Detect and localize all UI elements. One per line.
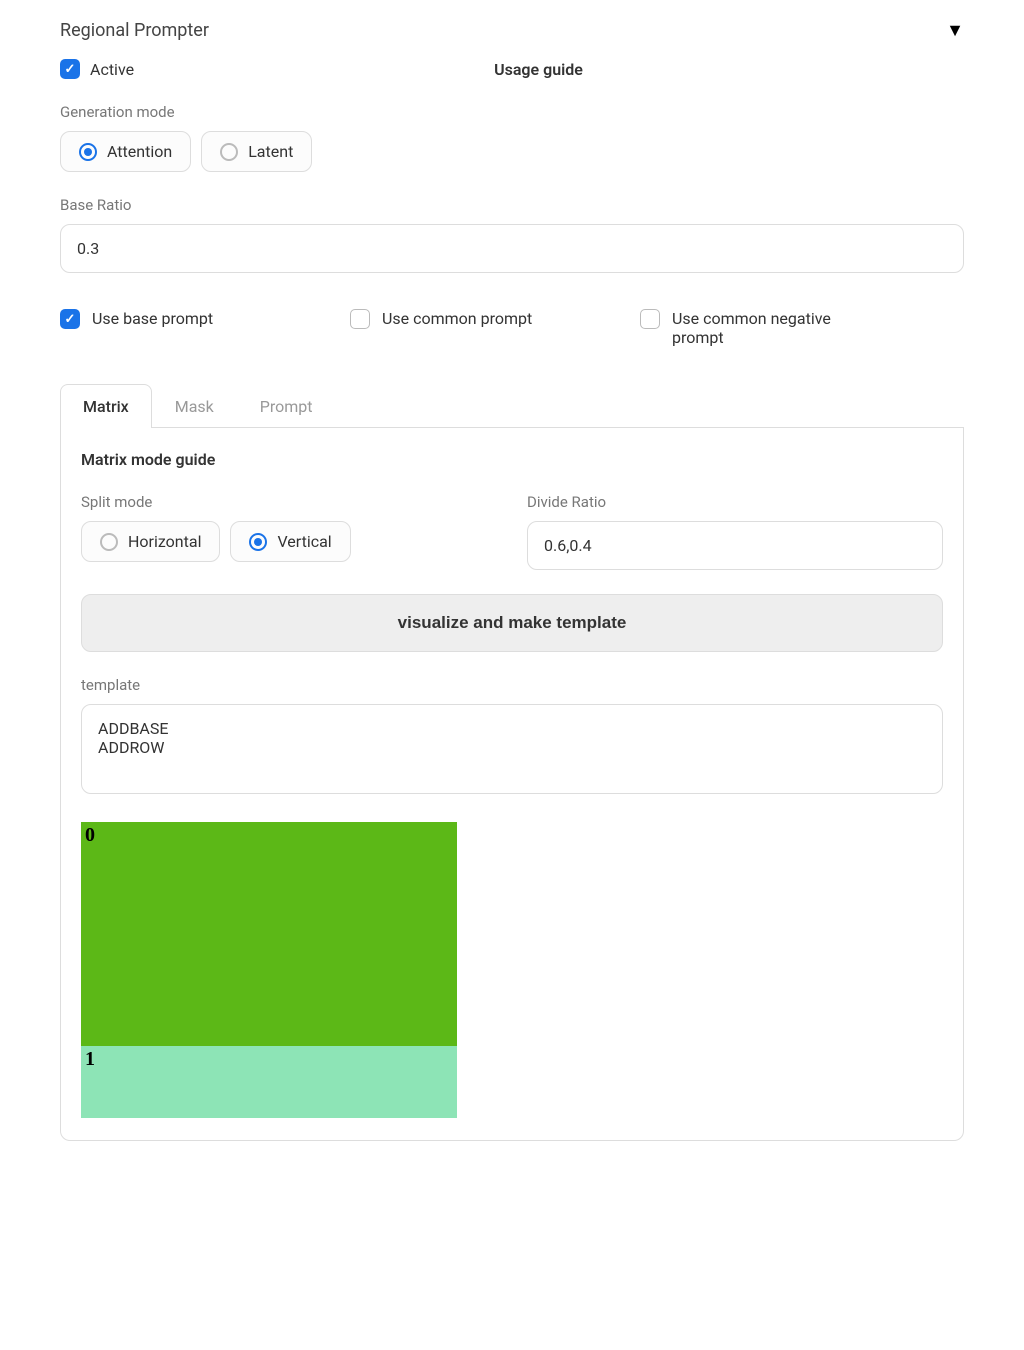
radio-icon xyxy=(249,533,267,551)
base-ratio-label: Base Ratio xyxy=(60,196,964,214)
viz-region-1: 1 xyxy=(81,1046,457,1118)
visualize-button[interactable]: visualize and make template xyxy=(81,594,943,652)
template-textarea[interactable] xyxy=(81,704,943,794)
divide-ratio-input[interactable] xyxy=(527,521,943,570)
generation-mode-latent[interactable]: Latent xyxy=(201,131,312,172)
template-label: template xyxy=(81,676,943,694)
matrix-pane: Matrix mode guide Split mode Horizontal … xyxy=(60,428,964,1141)
use-common-neg-prompt-checkbox[interactable] xyxy=(640,309,660,329)
radio-icon xyxy=(100,533,118,551)
radio-label: Attention xyxy=(107,142,172,161)
matrix-guide-label: Matrix mode guide xyxy=(81,450,943,469)
use-base-prompt-label: Use base prompt xyxy=(92,309,213,328)
use-common-neg-prompt-label: Use common negative prompt xyxy=(672,309,872,347)
active-label: Active xyxy=(90,60,134,79)
base-ratio-input[interactable] xyxy=(60,224,964,273)
generation-mode-group: Attention Latent xyxy=(60,131,964,172)
radio-label: Horizontal xyxy=(128,532,201,551)
tabs: Matrix Mask Prompt xyxy=(60,383,964,428)
split-mode-group: Horizontal Vertical xyxy=(81,521,497,562)
use-common-prompt-checkbox[interactable] xyxy=(350,309,370,329)
use-base-prompt-checkbox[interactable] xyxy=(60,309,80,329)
collapse-icon[interactable]: ▼ xyxy=(946,20,964,41)
split-mode-vertical[interactable]: Vertical xyxy=(230,521,350,562)
use-common-prompt-label: Use common prompt xyxy=(382,309,532,328)
radio-icon xyxy=(79,143,97,161)
active-checkbox[interactable] xyxy=(60,59,80,79)
visualization: 0 1 xyxy=(81,822,457,1118)
split-mode-horizontal[interactable]: Horizontal xyxy=(81,521,220,562)
tab-mask[interactable]: Mask xyxy=(152,384,237,428)
usage-guide-link[interactable]: Usage guide xyxy=(494,60,583,79)
generation-mode-attention[interactable]: Attention xyxy=(60,131,191,172)
tab-matrix[interactable]: Matrix xyxy=(60,384,152,428)
generation-mode-label: Generation mode xyxy=(60,103,964,121)
tab-prompt[interactable]: Prompt xyxy=(237,384,336,428)
panel-title: Regional Prompter xyxy=(60,20,209,41)
divide-ratio-label: Divide Ratio xyxy=(527,493,943,511)
radio-icon xyxy=(220,143,238,161)
radio-label: Vertical xyxy=(277,532,331,551)
radio-label: Latent xyxy=(248,142,293,161)
split-mode-label: Split mode xyxy=(81,493,497,511)
viz-region-0: 0 xyxy=(81,822,457,1046)
